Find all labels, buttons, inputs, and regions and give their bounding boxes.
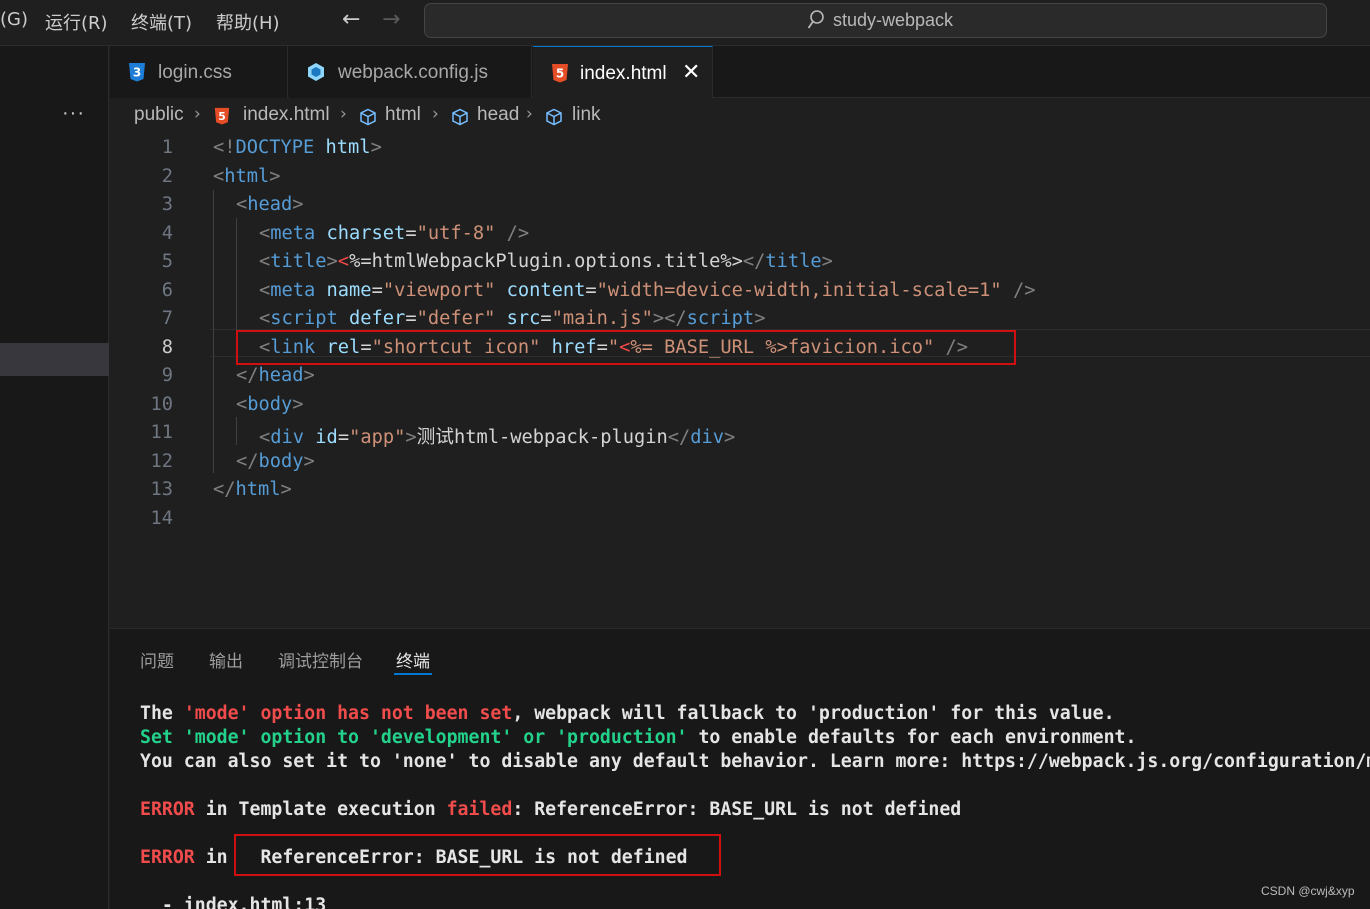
css-file-icon: 3 [129,63,145,82]
line-number: 4 [161,222,173,244]
terminal-line: - index.html:13 [140,895,327,909]
code-line: <meta charset="utf-8" /> [259,222,530,244]
search-icon [807,10,824,29]
symbol-cube-icon [360,108,376,126]
code-line: <div id="app">测试html-webpack-plugin</div… [259,427,736,448]
tab-label: index.html [580,63,667,84]
code-line: <body> [236,393,304,415]
symbol-cube-icon [546,108,562,126]
code-line: <head> [236,194,304,215]
title-bar: (G) 运行(R) 终端(T) 帮助(H) ← → study-webpack [0,0,1370,46]
menu-item-terminal[interactable]: 终端(T) [131,9,192,35]
panel-tab-debug-console[interactable]: 调试控制台 [278,647,363,672]
forward-arrow-icon[interactable]: → [382,7,400,32]
line-number: 13 [150,479,173,500]
chevron-right-icon: › [432,104,439,124]
line-number: 6 [161,279,173,301]
active-tab-indicator [394,673,432,675]
terminal-line: You can also set it to 'none' to disable… [140,751,1370,772]
html-file-icon: 5 [552,64,568,83]
menu-item-go[interactable]: (G) [0,9,28,30]
code-line: <meta name="viewport" content="width=dev… [259,279,1036,301]
bottom-panel: 问题 输出 调试控制台 终端 The 'mode' option has not… [110,628,1370,909]
terminal-line: The 'mode' option has not been set, webp… [140,703,1115,724]
line-number: 2 [161,165,173,187]
html-file-icon: 5 [214,107,230,125]
terminal-line: ERROR in Template execution failed: Refe… [140,799,962,820]
code-line: <!DOCTYPE html> [213,137,382,158]
breadcrumb-item-link[interactable]: link [572,104,601,126]
line-number: 3 [161,194,173,215]
breadcrumb-item-index-html[interactable]: index.html [243,104,330,126]
menu-item-run[interactable]: 运行(R) [45,9,108,35]
code-line: </head> [236,365,315,386]
panel-tab-output[interactable]: 输出 [209,647,243,672]
webpack-file-icon [308,63,324,81]
search-text: study-webpack [833,10,954,30]
chevron-right-icon: › [340,104,347,124]
annotation-highlight-box [236,330,1016,365]
line-number: 12 [150,450,173,472]
chevron-right-icon: › [526,104,533,124]
tab-login-css[interactable]: 3 login.css [110,46,288,98]
breadcrumb: public › 5 index.html › html › head › li… [110,99,1370,133]
tab-webpack-config[interactable]: webpack.config.js [289,46,532,98]
tab-label: login.css [158,62,232,83]
breadcrumb-item-html[interactable]: html [385,104,421,126]
panel-tab-terminal[interactable]: 终端 [396,647,430,672]
code-line: <script defer="defer" src="main.js"></sc… [259,308,766,329]
line-number: 5 [161,251,173,272]
tab-label: webpack.config.js [338,62,488,83]
line-number: 7 [161,308,173,329]
watermark: CSDN @cwj&xyp [1261,884,1355,898]
line-number: 9 [161,365,173,386]
command-center-search[interactable]: study-webpack [424,3,1327,38]
tab-index-html[interactable]: 5 index.html ✕ [533,46,713,98]
code-editor[interactable]: 1 2 3 4 5 6 7 8 9 10 11 12 13 14 <!DOCTYPE html> <html… [110,133,1370,627]
panel-tab-problems[interactable]: 问题 [140,647,174,672]
code-line: </html> [213,479,292,500]
menu-item-help[interactable]: 帮助(H) [216,9,280,35]
code-line: </body> [236,450,315,472]
css-icon-glyph: 3 [133,66,141,80]
chevron-right-icon: › [194,104,201,124]
terminal-line: Set 'mode' option to 'development' or 'p… [140,727,1137,748]
code-line: <title><%=htmlWebpackPlugin.options.titl… [259,251,833,272]
sidebar-selected-item[interactable] [0,343,109,376]
sidebar: ··· [0,46,109,909]
html-icon-glyph: 5 [218,110,226,123]
html-icon-glyph: 5 [556,67,564,81]
breadcrumb-item-head[interactable]: head [477,104,519,126]
line-number: 14 [150,507,173,529]
line-number: 8 [161,336,173,358]
line-number: 11 [150,422,173,443]
more-actions-icon[interactable]: ··· [62,102,85,125]
indent-guide [213,190,214,473]
close-icon[interactable]: ✕ [682,60,700,85]
annotation-highlight-box [234,834,721,876]
indent-guide [236,417,237,445]
symbol-cube-icon [452,108,468,126]
line-number: 10 [150,393,173,415]
line-number: 1 [161,137,173,158]
code-line: <html> [213,165,281,187]
breadcrumb-item-public[interactable]: public [134,104,184,126]
editor-tab-bar: 3 login.css webpack.config.js 5 index.ht… [110,46,1370,98]
back-arrow-icon[interactable]: ← [342,7,360,32]
